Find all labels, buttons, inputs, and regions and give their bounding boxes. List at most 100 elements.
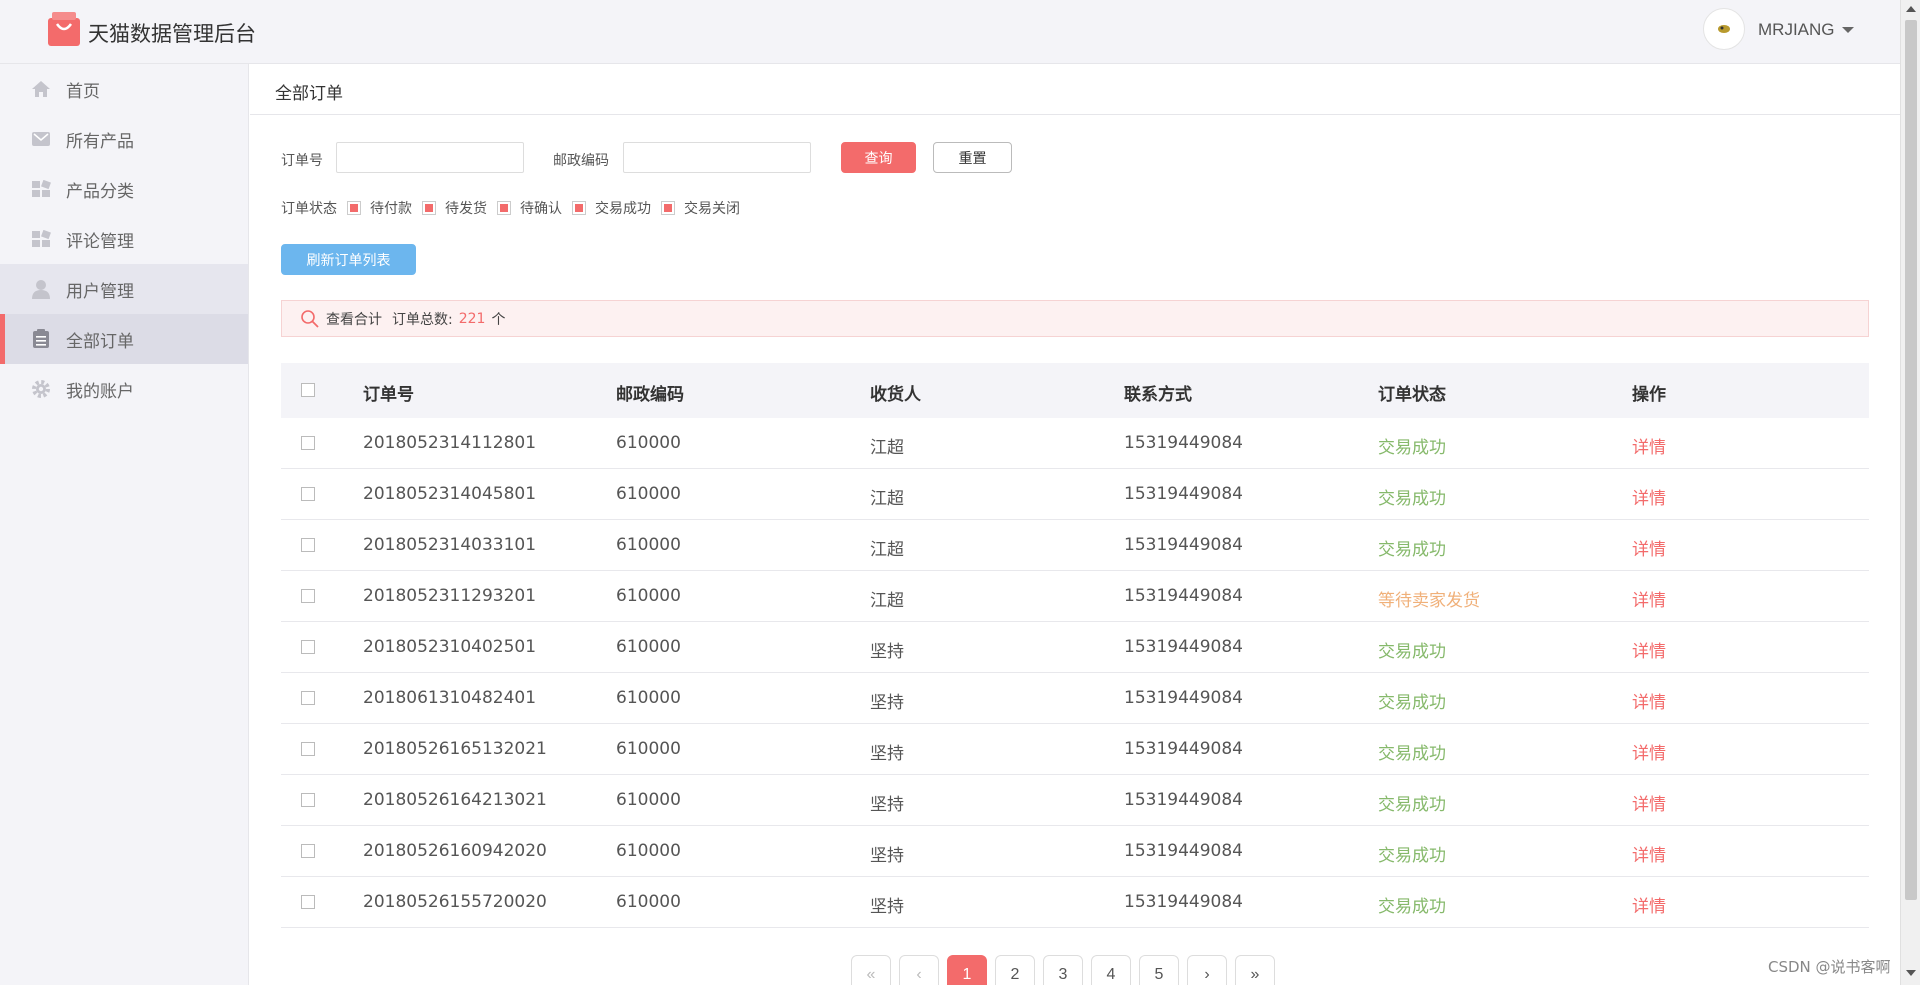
postcode-input[interactable]: [623, 142, 811, 173]
status-cell: 交易成功: [1378, 693, 1446, 713]
select-all-checkbox[interactable]: [301, 383, 315, 397]
sidebar-item-categories[interactable]: 产品分类: [0, 164, 248, 214]
sidebar-item-home[interactable]: 首页: [0, 64, 248, 114]
row-checkbox[interactable]: [301, 793, 315, 807]
checkbox-icon[interactable]: [422, 201, 436, 215]
sidebar-item-users[interactable]: 用户管理: [0, 264, 248, 314]
home-icon: [30, 78, 52, 100]
postcode-cell: 610000: [616, 433, 681, 453]
row-checkbox[interactable]: [301, 538, 315, 552]
order-no-input[interactable]: [336, 142, 524, 173]
phone-cell: 15319449084: [1124, 688, 1243, 708]
postcode-cell: 610000: [616, 790, 681, 810]
status-option-label: 待付款: [370, 201, 412, 217]
sidebar-item-products[interactable]: 所有产品: [0, 114, 248, 164]
order-no-cell: 20180526165132021: [363, 739, 547, 759]
sidebar-item-orders[interactable]: 全部订单: [0, 314, 248, 364]
postcode-cell: 610000: [616, 535, 681, 555]
row-checkbox[interactable]: [301, 895, 315, 909]
column-header-action: 操作: [1632, 385, 1666, 405]
page-scrollbar[interactable]: [1900, 0, 1920, 985]
order-no-cell: 2018052314112801: [363, 433, 537, 453]
next-page-button[interactable]: ›: [1187, 955, 1227, 985]
table-row: 2018052314033101 610000 江超 15319449084 交…: [281, 520, 1869, 571]
sidebar-item-comments[interactable]: 评论管理: [0, 214, 248, 264]
table-row: 20180526164213021 610000 坚持 15319449084 …: [281, 775, 1869, 826]
watermark: CSDN @说书客啊: [1768, 958, 1891, 976]
postcode-cell: 610000: [616, 688, 681, 708]
scroll-down-arrow-icon[interactable]: [1906, 970, 1916, 976]
phone-cell: 15319449084: [1124, 586, 1243, 606]
order-no-label: 订单号: [281, 153, 323, 169]
first-page-button[interactable]: «: [851, 955, 891, 985]
last-page-button[interactable]: »: [1235, 955, 1275, 985]
receiver-cell: 江超: [870, 438, 904, 458]
detail-link[interactable]: 详情: [1632, 535, 1666, 560]
query-button[interactable]: 查询: [841, 142, 916, 173]
status-option-label: 交易关闭: [684, 201, 740, 217]
page-button-2[interactable]: 2: [995, 955, 1035, 985]
checkbox-icon[interactable]: [497, 201, 511, 215]
scroll-up-arrow-icon[interactable]: [1906, 6, 1916, 12]
scrollbar-thumb[interactable]: [1905, 20, 1917, 900]
status-checkbox-success[interactable]: 交易成功: [572, 198, 651, 218]
row-checkbox[interactable]: [301, 589, 315, 603]
receiver-cell: 坚持: [870, 846, 904, 866]
row-checkbox[interactable]: [301, 844, 315, 858]
status-checkbox-pending-confirm[interactable]: 待确认: [497, 198, 562, 218]
status-checkbox-pending-shipment[interactable]: 待发货: [422, 198, 487, 218]
prev-page-button[interactable]: ‹: [899, 955, 939, 985]
phone-cell: 15319449084: [1124, 739, 1243, 759]
phone-cell: 15319449084: [1124, 790, 1243, 810]
detail-link[interactable]: 详情: [1632, 433, 1666, 458]
detail-link[interactable]: 详情: [1632, 637, 1666, 662]
row-checkbox[interactable]: [301, 487, 315, 501]
page-button-3[interactable]: 3: [1043, 955, 1083, 985]
page-button-4[interactable]: 4: [1091, 955, 1131, 985]
sidebar-item-label: 首页: [66, 81, 100, 102]
postcode-cell: 610000: [616, 841, 681, 861]
checkbox-icon[interactable]: [661, 201, 675, 215]
detail-link[interactable]: 详情: [1632, 739, 1666, 764]
receiver-cell: 坚持: [870, 795, 904, 815]
row-checkbox[interactable]: [301, 742, 315, 756]
table-row: 2018052314112801 610000 江超 15319449084 交…: [281, 418, 1869, 469]
chevron-down-icon[interactable]: [1842, 27, 1854, 33]
status-cell: 等待卖家发货: [1378, 591, 1480, 611]
category-icon: [30, 178, 52, 200]
table-header: 订单号 邮政编码 收货人 联系方式 订单状态 操作: [281, 363, 1869, 418]
avatar-image-icon: [1718, 25, 1730, 33]
detail-link[interactable]: 详情: [1632, 892, 1666, 917]
page-button-5[interactable]: 5: [1139, 955, 1179, 985]
refresh-orders-button[interactable]: 刷新订单列表: [281, 244, 416, 275]
row-checkbox[interactable]: [301, 436, 315, 450]
detail-link[interactable]: 详情: [1632, 586, 1666, 611]
order-no-cell: 2018052314045801: [363, 484, 537, 504]
row-checkbox[interactable]: [301, 640, 315, 654]
detail-link[interactable]: 详情: [1632, 790, 1666, 815]
status-checkbox-closed[interactable]: 交易关闭: [661, 198, 740, 218]
checkbox-icon[interactable]: [347, 201, 361, 215]
sidebar-item-label: 我的账户: [66, 381, 134, 402]
status-checkbox-pending-payment[interactable]: 待付款: [347, 198, 412, 218]
reset-button[interactable]: 重置: [933, 142, 1012, 173]
status-cell: 交易成功: [1378, 846, 1446, 866]
postcode-cell: 610000: [616, 892, 681, 912]
username[interactable]: MRJIANG: [1758, 20, 1835, 40]
row-checkbox[interactable]: [301, 691, 315, 705]
postcode-cell: 610000: [616, 637, 681, 657]
sidebar-item-account[interactable]: 我的账户: [0, 364, 248, 414]
detail-link[interactable]: 详情: [1632, 688, 1666, 713]
table-row: 2018061310482401 610000 坚持 15319449084 交…: [281, 673, 1869, 724]
shopping-bag-icon[interactable]: [46, 12, 82, 48]
summary-bar: 查看合计 订单总数: 221 个: [281, 300, 1869, 337]
breadcrumb-bar: 全部订单: [250, 64, 1900, 115]
view-total-label: 查看合计: [326, 311, 382, 328]
sidebar-item-label: 评论管理: [66, 231, 134, 252]
page-button-1[interactable]: 1: [947, 955, 987, 985]
detail-link[interactable]: 详情: [1632, 841, 1666, 866]
detail-link[interactable]: 详情: [1632, 484, 1666, 509]
checkbox-icon[interactable]: [572, 201, 586, 215]
order-total-label: 订单总数:: [392, 311, 453, 328]
avatar[interactable]: [1703, 8, 1745, 50]
